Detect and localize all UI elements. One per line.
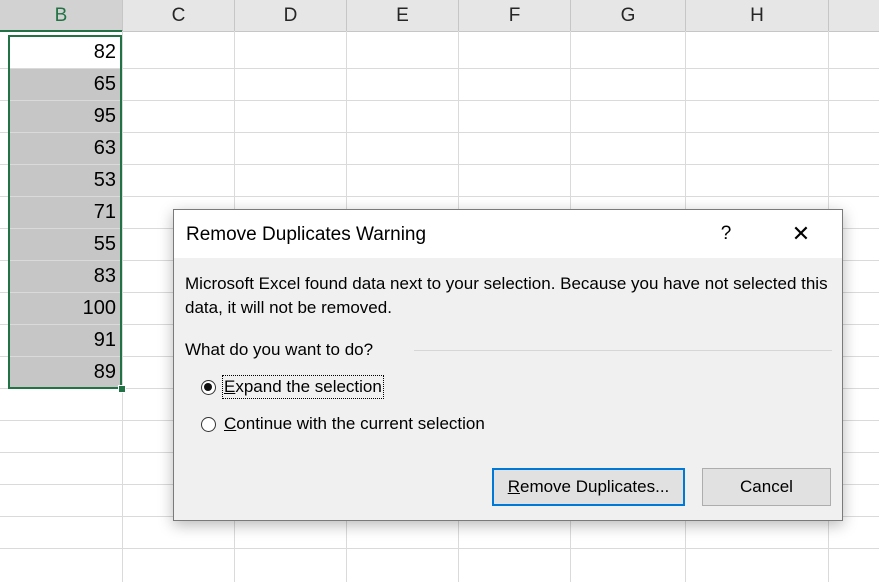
gridline bbox=[0, 164, 879, 165]
dialog-titlebar: Remove Duplicates Warning ? ✕ bbox=[174, 210, 842, 258]
option-text: ontinue with the current selection bbox=[236, 414, 485, 433]
group-divider bbox=[414, 350, 832, 351]
continue-selection-label: Continue with the current selection bbox=[224, 414, 485, 434]
gridline bbox=[0, 548, 879, 549]
button-text: emove Duplicates... bbox=[519, 477, 670, 496]
options-group-label: What do you want to do? bbox=[185, 340, 374, 359]
expand-selection-label: Expand the selection bbox=[222, 375, 384, 399]
radio-button-checked[interactable] bbox=[201, 379, 216, 395]
remove-duplicates-button[interactable]: Remove Duplicates... bbox=[492, 468, 685, 506]
column-header-f[interactable]: F bbox=[459, 0, 571, 31]
close-icon[interactable]: ✕ bbox=[784, 220, 818, 248]
gridline bbox=[0, 100, 879, 101]
cancel-button[interactable]: Cancel bbox=[702, 468, 831, 506]
cell-b7[interactable]: 55 bbox=[8, 229, 121, 260]
column-header-h[interactable]: H bbox=[686, 0, 829, 31]
column-header-b[interactable]: B bbox=[0, 0, 123, 32]
cell-b3[interactable]: 95 bbox=[8, 101, 121, 132]
option-text: xpand the selection bbox=[235, 377, 382, 396]
column-header-row: B C D E F G H bbox=[0, 0, 879, 32]
fill-handle[interactable] bbox=[118, 385, 126, 393]
cell-b9[interactable]: 100 bbox=[8, 293, 121, 324]
cell-b10[interactable]: 91 bbox=[8, 325, 121, 356]
continue-current-selection-option[interactable]: Continue with the current selection bbox=[201, 411, 485, 437]
column-header-g[interactable]: G bbox=[571, 0, 686, 31]
gridline bbox=[122, 31, 123, 582]
accelerator-key: C bbox=[224, 414, 237, 433]
column-header-c[interactable]: C bbox=[123, 0, 235, 31]
help-button[interactable]: ? bbox=[711, 220, 741, 248]
dialog-title: Remove Duplicates Warning bbox=[186, 224, 427, 245]
dialog-message: Microsoft Excel found data next to your … bbox=[185, 274, 828, 317]
cell-b8[interactable]: 83 bbox=[8, 261, 121, 292]
gridline bbox=[0, 196, 879, 197]
cell-b11[interactable]: 89 bbox=[8, 357, 121, 388]
remove-duplicates-warning-dialog: Remove Duplicates Warning ? ✕ Microsoft … bbox=[173, 209, 843, 521]
gridline bbox=[0, 132, 879, 133]
column-header-e[interactable]: E bbox=[347, 0, 459, 31]
accelerator-key: E bbox=[224, 377, 236, 396]
cell-b4[interactable]: 63 bbox=[8, 133, 121, 164]
accelerator-key: R bbox=[507, 477, 520, 496]
cell-b2[interactable]: 65 bbox=[8, 69, 121, 100]
expand-selection-option[interactable]: Expand the selection bbox=[201, 374, 384, 400]
column-header-d[interactable]: D bbox=[235, 0, 347, 31]
gridline bbox=[0, 68, 879, 69]
cell-b6[interactable]: 71 bbox=[8, 197, 121, 228]
radio-button-unchecked[interactable] bbox=[201, 416, 216, 432]
cell-b1[interactable]: 82 bbox=[8, 37, 121, 68]
cell-b5[interactable]: 53 bbox=[8, 165, 121, 196]
